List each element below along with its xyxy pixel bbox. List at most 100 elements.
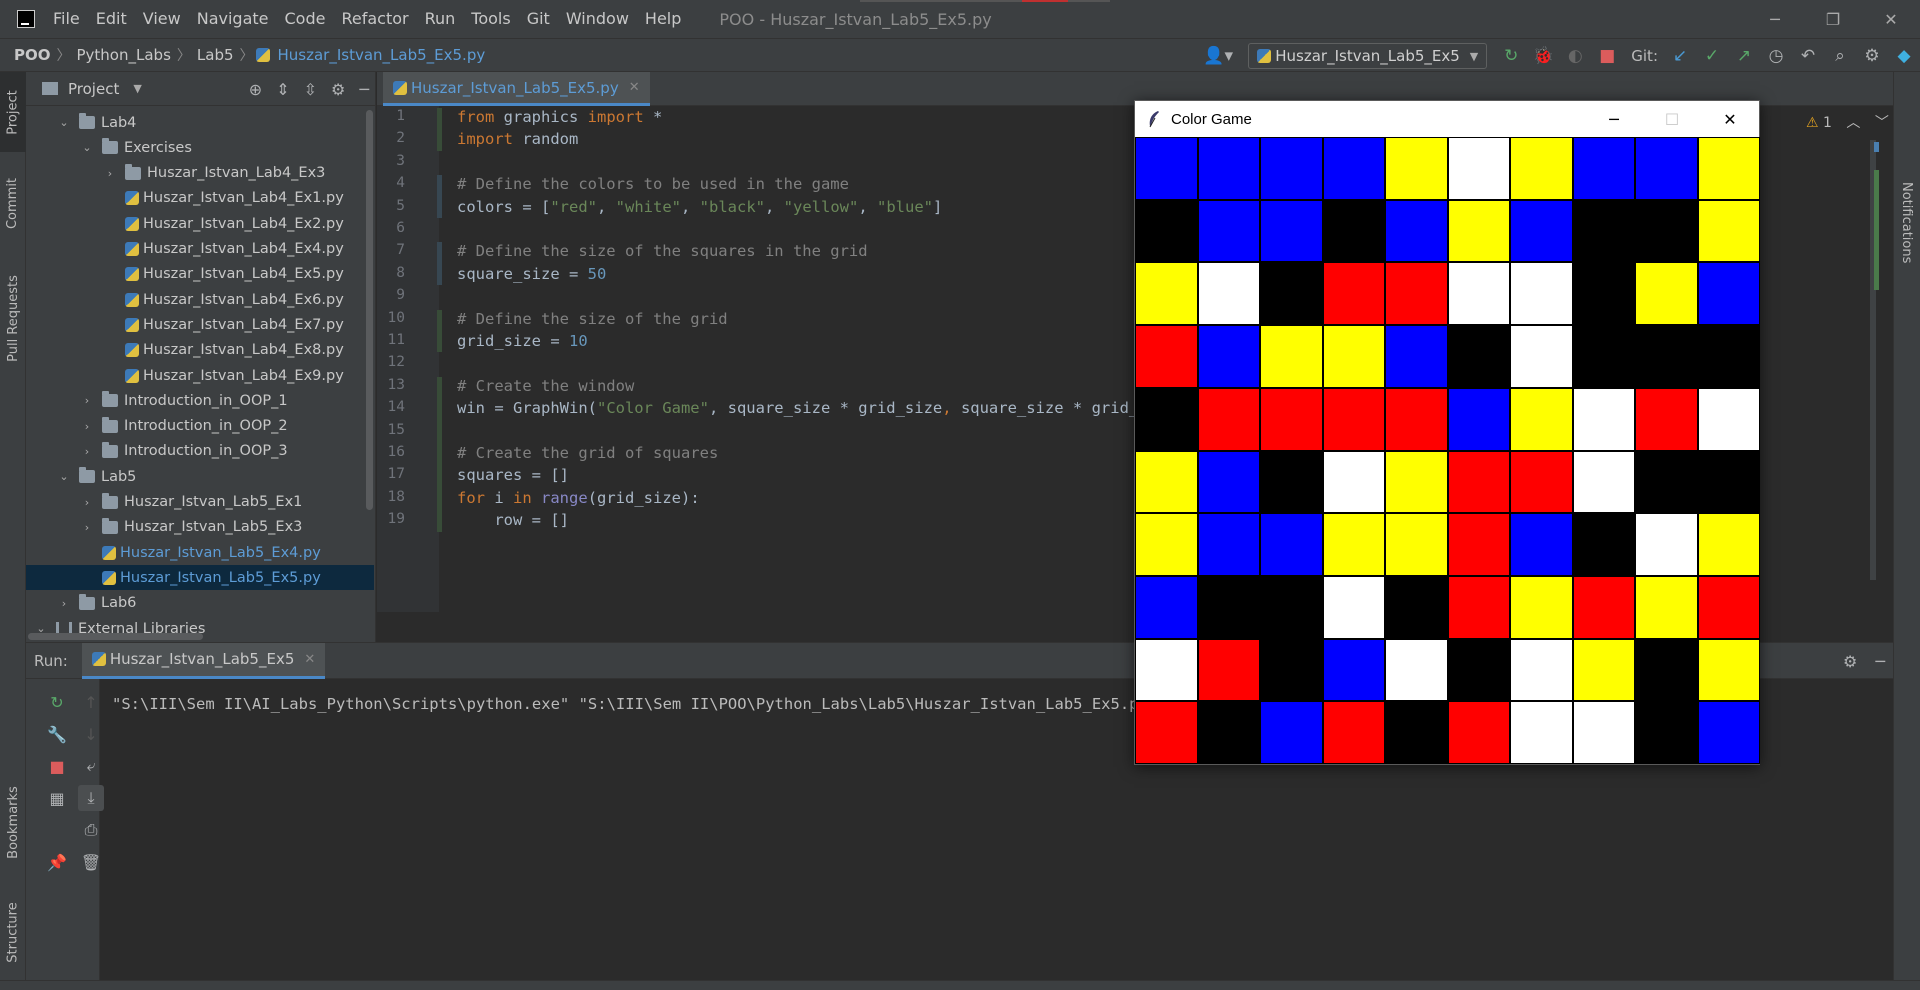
color-square[interactable] (1635, 513, 1698, 576)
rollback-icon[interactable]: ↶ (1792, 40, 1824, 72)
color-square[interactable] (1135, 262, 1198, 326)
color-square[interactable] (1135, 137, 1198, 200)
color-square[interactable] (1697, 199, 1760, 263)
color-square[interactable] (1197, 137, 1260, 200)
code-line[interactable]: grid_size = 10 (457, 332, 588, 350)
color-grid[interactable] (1135, 137, 1760, 764)
color-square[interactable] (1447, 450, 1510, 514)
tree-item[interactable]: Huszar_Istvan_Lab4_Ex2.py (26, 211, 374, 236)
color-square[interactable] (1572, 450, 1635, 514)
color-square[interactable] (1697, 137, 1760, 200)
chevron-right-icon[interactable]: › (80, 521, 94, 534)
color-square[interactable] (1322, 199, 1385, 263)
color-square[interactable] (1635, 450, 1698, 514)
tree-item[interactable]: › Huszar_Istvan_Lab5_Ex1 (26, 490, 374, 515)
hide-icon[interactable]: ─ (1875, 652, 1885, 671)
tab-commit[interactable]: Commit (0, 158, 26, 248)
color-square[interactable] (1635, 262, 1698, 326)
gear-icon[interactable]: ⚙ (1856, 40, 1888, 72)
color-square[interactable] (1447, 387, 1510, 451)
menu-edit[interactable]: Edit (88, 0, 135, 38)
tree-item[interactable]: › Introduction_in_OOP_2 (26, 414, 374, 439)
color-square[interactable] (1697, 387, 1760, 451)
code-line[interactable]: from graphics import * (457, 108, 662, 126)
debug-icon[interactable]: 🐞 (1527, 40, 1559, 72)
color-square[interactable] (1322, 701, 1385, 764)
color-square[interactable] (1135, 575, 1198, 639)
tree-item[interactable]: › Introduction_in_OOP_1 (26, 388, 374, 413)
color-square[interactable] (1322, 387, 1385, 451)
pin-icon[interactable]: 📌 (44, 849, 70, 875)
code-line[interactable]: # Define the size of the grid (457, 310, 728, 328)
color-square[interactable] (1260, 387, 1323, 451)
color-square[interactable] (1260, 199, 1323, 263)
menu-git[interactable]: Git (519, 0, 558, 38)
tab-bookmarks[interactable]: Bookmarks (0, 772, 26, 872)
color-square[interactable] (1197, 325, 1260, 388)
code-line[interactable]: # Create the grid of squares (457, 444, 718, 462)
close-tab-icon[interactable]: ✕ (629, 80, 640, 95)
code-line[interactable]: square_size = 50 (457, 265, 606, 283)
inspection-widget[interactable]: ⚠ 1 ︿ ﹀ (1806, 112, 1889, 132)
code-line[interactable]: # Create the window (457, 377, 634, 395)
color-square[interactable] (1260, 262, 1323, 326)
arrow-up-icon[interactable]: ↑ (78, 689, 104, 715)
color-square[interactable] (1572, 701, 1635, 764)
history-icon[interactable]: ◷ (1760, 40, 1792, 72)
color-square[interactable] (1322, 638, 1385, 702)
color-square[interactable] (1135, 513, 1198, 576)
color-square[interactable] (1697, 513, 1760, 576)
color-square[interactable] (1260, 137, 1323, 200)
color-square[interactable] (1135, 450, 1198, 514)
chevron-down-icon[interactable]: ﹀ (1875, 115, 1889, 131)
color-square[interactable] (1447, 137, 1510, 200)
color-square[interactable] (1260, 575, 1323, 639)
close-icon[interactable]: ✕ (1862, 0, 1920, 38)
soft-wrap-icon[interactable]: ⤶ (78, 753, 104, 779)
color-square[interactable] (1447, 638, 1510, 702)
code-line[interactable]: colors = ["red", "white", "black", "yell… (457, 198, 942, 216)
minimize-icon[interactable]: ─ (1585, 101, 1643, 137)
color-square[interactable] (1572, 513, 1635, 576)
menu-refactor[interactable]: Refactor (333, 0, 416, 38)
layout-icon[interactable]: ▦ (44, 785, 70, 811)
color-square[interactable] (1572, 137, 1635, 200)
breadcrumb-lab5[interactable]: Lab5 (193, 46, 238, 64)
chevron-right-icon[interactable]: › (57, 597, 71, 610)
stop-icon[interactable]: ■ (1591, 40, 1623, 72)
run-tab[interactable]: Huszar_Istvan_Lab5_Ex5 ✕ (81, 642, 326, 679)
color-square[interactable] (1635, 325, 1698, 388)
color-square[interactable] (1635, 199, 1698, 263)
close-icon[interactable]: ✕ (1701, 101, 1759, 137)
chevron-down-icon[interactable]: ⌄ (80, 141, 94, 154)
menu-code[interactable]: Code (277, 0, 334, 38)
color-square[interactable] (1447, 199, 1510, 263)
tab-notifications[interactable]: Notifications (1899, 182, 1914, 263)
run-configuration-select[interactable]: Huszar_Istvan_Lab5_Ex5 ▼ (1248, 43, 1488, 69)
git-push-icon[interactable]: ↗ (1728, 40, 1760, 72)
color-square[interactable] (1447, 701, 1510, 764)
color-square[interactable] (1322, 513, 1385, 576)
collapse-all-icon[interactable]: ⇳ (304, 80, 317, 99)
code-line[interactable]: import random (457, 130, 578, 148)
color-square[interactable] (1447, 513, 1510, 576)
tree-item[interactable]: › Huszar_Istvan_Lab5_Ex3 (26, 515, 374, 540)
breadcrumb-python-labs[interactable]: Python_Labs (73, 46, 175, 64)
menu-navigate[interactable]: Navigate (189, 0, 277, 38)
code-line[interactable]: squares = [] (457, 466, 569, 484)
color-square[interactable] (1322, 575, 1385, 639)
color-square[interactable] (1697, 262, 1760, 326)
color-square[interactable] (1385, 325, 1448, 388)
rerun-icon[interactable]: ↻ (44, 689, 70, 715)
color-square[interactable] (1572, 575, 1635, 639)
tree-item[interactable]: › Huszar_Istvan_Lab4_Ex3 (26, 161, 374, 186)
rerun-icon[interactable]: ↻ (1495, 40, 1527, 72)
color-square[interactable] (1197, 638, 1260, 702)
color-square[interactable] (1385, 199, 1448, 263)
tree-item[interactable]: ⌄ Exercises (26, 135, 374, 160)
color-square[interactable] (1385, 575, 1448, 639)
color-square[interactable] (1447, 575, 1510, 639)
hide-icon[interactable]: ─ (359, 80, 369, 99)
color-square[interactable] (1385, 262, 1448, 326)
color-square[interactable] (1697, 701, 1760, 764)
